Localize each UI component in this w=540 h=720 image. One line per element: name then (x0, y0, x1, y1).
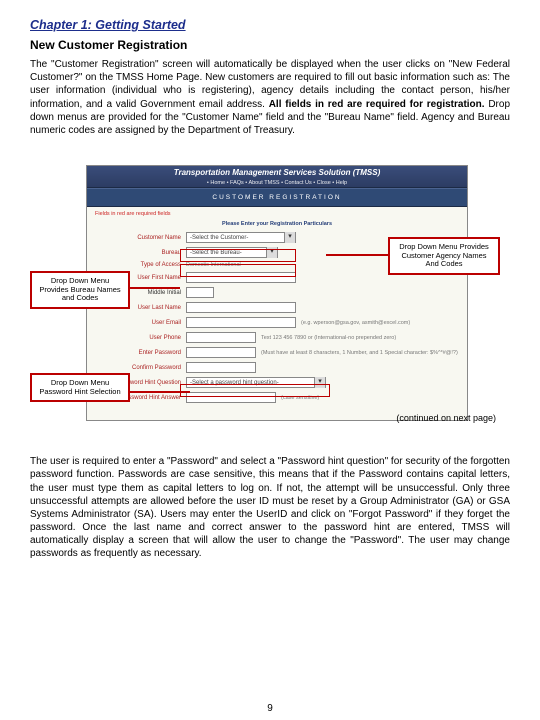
highlight-bureau (180, 264, 296, 277)
select-value: -Select the Customer- (190, 235, 248, 241)
hint-email: (e.g. wperson@gsa.gov, asmith@excel.com) (301, 320, 410, 326)
label-access-type: Type of Access (95, 262, 181, 268)
screenshot: Transportation Management Services Solut… (86, 165, 468, 421)
required-note: Fields in red are required fields (95, 211, 459, 217)
input-email[interactable] (186, 317, 296, 328)
chapter-title: Chapter 1: Getting Started (30, 18, 510, 32)
callout-bureau-dropdown: Drop Down Menu Provides Bureau Names and… (30, 271, 130, 309)
input-last-name[interactable] (186, 302, 296, 313)
input-password[interactable] (186, 347, 256, 358)
label-email: User Email (95, 320, 181, 326)
callout-password-hint-dropdown: Drop Down Menu Password Hint Selection (30, 373, 130, 402)
section-title: New Customer Registration (30, 38, 510, 52)
label-customer-name: Customer Name (95, 235, 181, 241)
input-middle-initial[interactable] (186, 287, 214, 298)
center-note: Please Enter your Registration Particula… (95, 221, 459, 227)
row-phone: User Phone Text 123 456 7890 or (Interna… (95, 332, 459, 343)
screenshot-header: Transportation Management Services Solut… (87, 166, 467, 188)
screenshot-band: CUSTOMER REGISTRATION (87, 188, 467, 207)
input-phone[interactable] (186, 332, 256, 343)
label-phone: User Phone (95, 335, 181, 341)
app-title: Transportation Management Services Solut… (87, 166, 467, 180)
label-bureau: Bureau (95, 250, 181, 256)
intro-part-bold: All fields in red are required for regis… (269, 99, 485, 110)
highlight-password-hint (180, 384, 330, 397)
row-last-name: User Last Name (95, 302, 459, 313)
nav-links: • Home • FAQs • About TMSS • Contact Us … (87, 180, 467, 187)
figure-wrap: Drop Down Menu Provides Customer Agency … (30, 155, 510, 427)
password-paragraph: The user is required to enter a "Passwor… (30, 455, 510, 561)
input-confirm-password[interactable] (186, 362, 256, 373)
label-password: Enter Password (95, 350, 181, 356)
row-password: Enter Password (Must have at least 8 cha… (95, 347, 459, 358)
label-confirm-password: Confirm Password (95, 365, 181, 371)
row-confirm-password: Confirm Password (95, 362, 459, 373)
select-customer-name[interactable]: -Select the Customer- ▾ (186, 232, 296, 243)
continued-note: (continued on next page) (396, 413, 496, 423)
hint-phone: Text 123 456 7890 or (International-no p… (261, 335, 396, 341)
row-email: User Email (e.g. wperson@gsa.gov, asmith… (95, 317, 459, 328)
chevron-down-icon: ▾ (284, 232, 295, 243)
leader-line (130, 391, 190, 393)
callout-agency-dropdown: Drop Down Menu Provides Customer Agency … (388, 237, 500, 275)
page-number: 9 (0, 703, 540, 714)
leader-line (130, 287, 180, 289)
hint-password: (Must have at least 8 characters, 1 Numb… (261, 350, 459, 356)
intro-paragraph: The "Customer Registration" screen will … (30, 58, 510, 137)
highlight-customer-name (180, 249, 296, 262)
leader-line (326, 254, 388, 256)
